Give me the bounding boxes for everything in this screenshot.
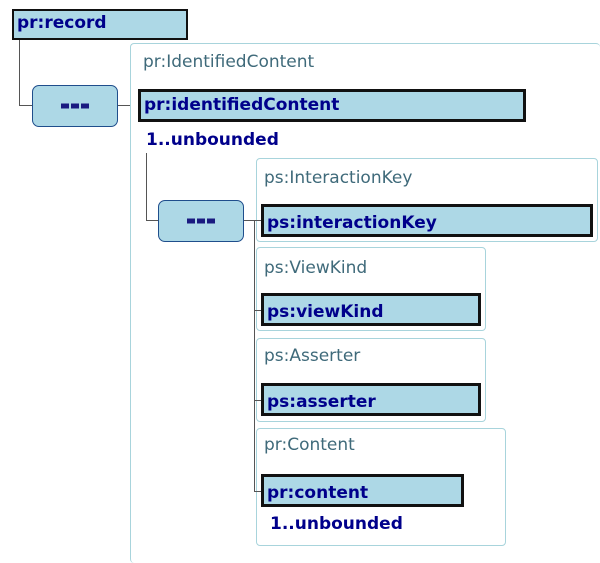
connector-line [146,153,147,220]
connector-line [19,40,20,105]
connector-line [244,220,254,221]
element-interaction-key[interactable]: ps:interactionKey [261,204,593,237]
connector-line [254,491,261,492]
connector-line [19,105,32,106]
element-view-kind[interactable]: ps:viewKind [261,293,481,326]
sequence-icon [187,218,215,224]
sequence-compositor-1[interactable] [32,85,118,127]
connector-line [146,220,158,221]
type-label-content: pr:Content [264,435,355,455]
element-identified-content[interactable]: pr:identifiedContent [138,89,526,122]
element-content[interactable]: pr:content [261,474,464,507]
element-asserter[interactable]: ps:asserter [261,383,481,416]
element-record[interactable]: pr:record [12,9,188,40]
connector-line [254,220,255,492]
connector-line [254,220,261,221]
element-content-label: pr:content [267,483,369,503]
sequence-icon [61,103,89,109]
type-label-identified-content: pr:IdentifiedContent [143,52,315,72]
cardinality-identified-content: 1..unbounded [146,130,279,150]
element-identified-content-label: pr:identifiedContent [144,95,340,115]
sequence-compositor-2[interactable] [158,200,244,242]
element-record-label: pr:record [17,13,107,33]
connector-line [254,400,261,401]
cardinality-content: 1..unbounded [270,514,403,534]
type-label-asserter: ps:Asserter [264,346,361,366]
element-asserter-label: ps:asserter [267,392,376,412]
type-label-interaction-key: ps:InteractionKey [264,168,413,188]
element-interaction-key-label: ps:interactionKey [267,213,437,233]
type-label-view-kind: ps:ViewKind [264,258,368,278]
element-view-kind-label: ps:viewKind [267,302,384,322]
connector-line [254,310,261,311]
